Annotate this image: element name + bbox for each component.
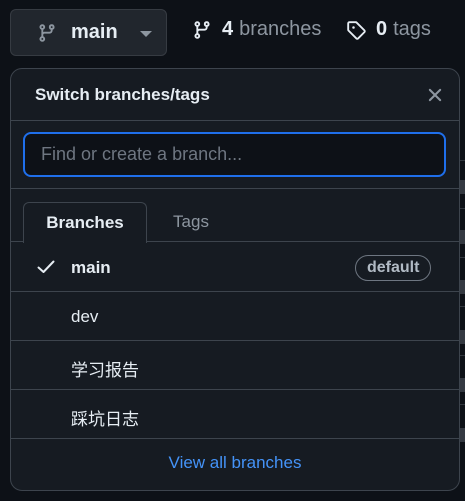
branch-item-dev[interactable]: dev: [11, 292, 459, 341]
background-file-list-edge: [460, 160, 465, 501]
view-all-branches-link[interactable]: View all branches: [11, 453, 459, 473]
branch-name: dev: [71, 307, 99, 326]
branch-search-input[interactable]: [23, 132, 446, 177]
current-branch-label: main: [71, 21, 118, 43]
tag-icon: [347, 20, 366, 40]
branches-label: branches: [239, 18, 322, 40]
branch-item-main[interactable]: main default: [11, 243, 459, 292]
branch-name: main: [71, 258, 111, 277]
tab-branches-label: Branches: [46, 213, 124, 232]
repo-header: main 4 branches 0 tags: [0, 0, 465, 68]
popover-header: Switch branches/tags: [11, 69, 459, 121]
triangle-down-icon: [140, 31, 152, 37]
branch-switcher-popover: Switch branches/tags Branches Tags main …: [10, 68, 460, 491]
tags-label: tags: [393, 18, 431, 40]
branch-selector-button[interactable]: main: [10, 9, 167, 56]
branches-count-link[interactable]: 4 branches: [192, 18, 321, 41]
branch-name: 踩坑日志: [71, 410, 139, 429]
branch-list: main default dev 学习报告 踩坑日志: [11, 243, 459, 439]
tab-bar: Branches Tags: [11, 190, 459, 243]
popover-title: Switch branches/tags: [35, 85, 210, 104]
git-branch-icon: [194, 20, 210, 39]
tab-tags-label: Tags: [173, 212, 209, 231]
tab-tags[interactable]: Tags: [151, 202, 231, 242]
search-section: [11, 121, 459, 189]
close-icon[interactable]: [424, 84, 446, 106]
tags-count: 0: [376, 18, 388, 40]
default-badge: default: [355, 255, 432, 281]
branch-item-pitfall-log[interactable]: 踩坑日志: [11, 390, 459, 439]
check-icon: [37, 260, 55, 273]
tags-count-link[interactable]: 0 tags: [346, 18, 431, 41]
git-branch-icon: [39, 24, 55, 42]
branches-count: 4: [222, 18, 234, 40]
tab-branches[interactable]: Branches: [23, 202, 147, 243]
branch-name: 学习报告: [71, 361, 139, 380]
branch-item-study-report[interactable]: 学习报告: [11, 341, 459, 390]
